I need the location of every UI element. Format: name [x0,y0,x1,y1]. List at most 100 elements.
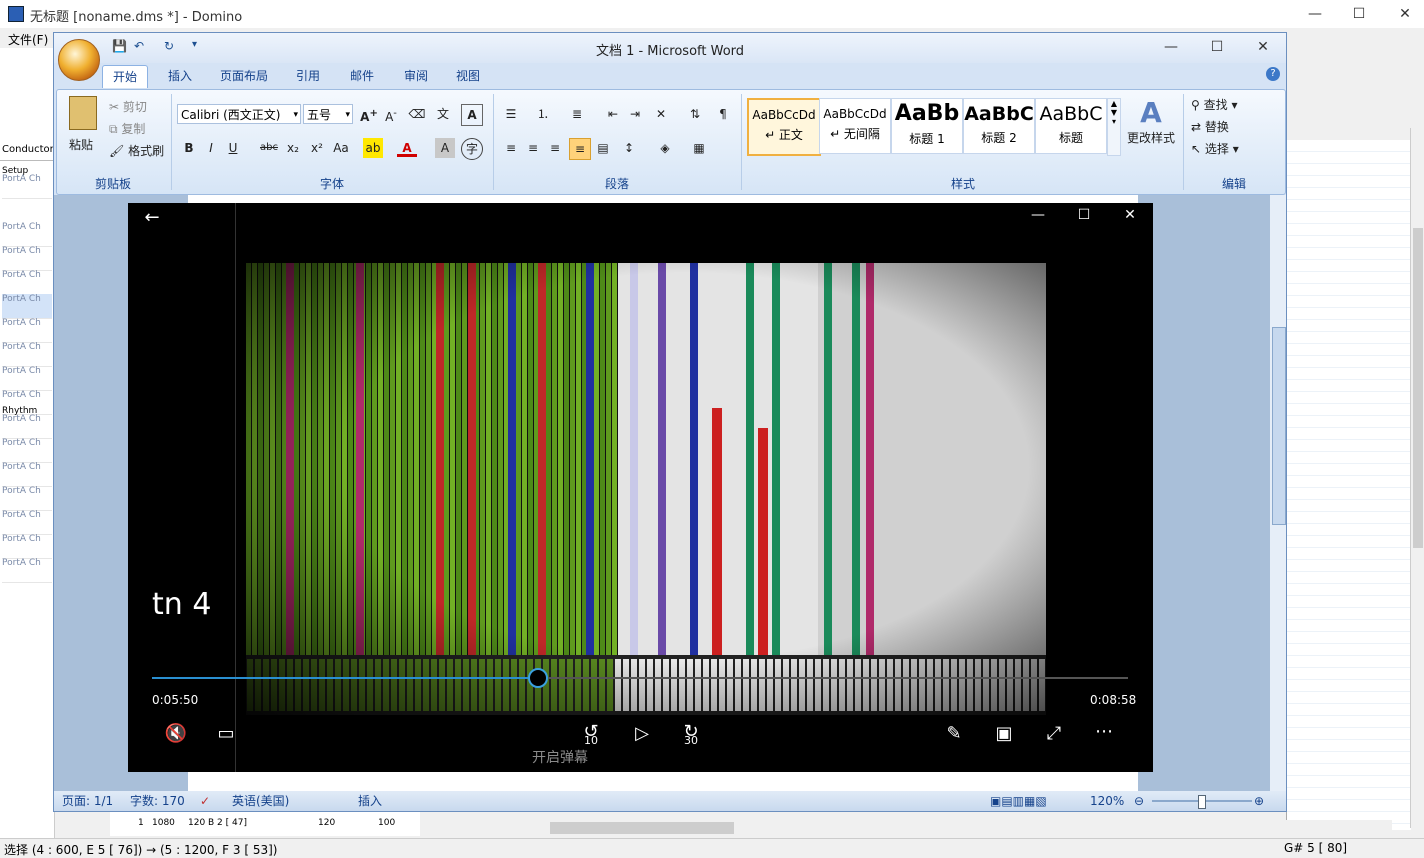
domino-close-button[interactable]: ✕ [1382,4,1424,24]
undo-icon[interactable]: ↶ [134,39,144,53]
fullscreen-icon[interactable]: ⤢ [1042,723,1066,744]
track-row[interactable]: PortA Ch [2,510,52,535]
zoom-in-icon[interactable]: ⊕ [1254,791,1264,811]
forward-button[interactable]: ↻ 30 [678,721,704,747]
sort-icon[interactable]: ⇅ [685,104,705,124]
video-player[interactable]: ← — ☐ ✕ tn 4 0:05:50 0:08:58 🔇 ▭ ↺ 10 ▷ … [128,203,1153,772]
mute-icon[interactable]: 🔇 [164,723,188,744]
grow-font-icon[interactable]: A+ [359,104,379,124]
track-row[interactable]: PortA Ch [2,342,52,367]
rewind-button[interactable]: ↺ 10 [578,721,604,747]
track-row[interactable]: PortA Ch [2,318,52,343]
domino-horizontal-scrollbar[interactable] [422,820,1392,836]
mini-view-icon[interactable]: ▣ [992,723,1016,744]
pencil-icon[interactable]: ✎ [942,723,966,744]
customize-qat-icon[interactable]: ▾ [192,39,197,50]
copy-button[interactable]: ⧉ 复制 [109,120,145,137]
tab-page-layout[interactable]: 页面布局 [210,65,278,87]
tab-view[interactable]: 视图 [446,65,490,87]
seek-bar-thumb[interactable] [527,668,548,688]
play-icon[interactable]: ▷ [630,723,654,744]
track-conductor[interactable]: Conductor [0,140,56,161]
tab-insert[interactable]: 插入 [158,65,202,87]
chinese-layout-icon[interactable]: ✕ [651,104,671,124]
scrollbar-thumb[interactable] [550,822,734,834]
save-icon[interactable]: 💾 [112,39,127,53]
word-minimize-button[interactable]: — [1148,37,1194,57]
style-no-spacing[interactable]: AaBbCcDd ↵ 无间隔 [819,98,891,154]
clear-format-icon[interactable]: ⌫ [407,104,427,124]
align-center-icon[interactable]: ≡ [523,138,543,158]
redo-icon[interactable]: ↻ [164,39,174,53]
domino-menu-file[interactable]: 文件(F) [8,31,48,48]
font-size-combo[interactable]: 五号 ▾ [303,104,353,124]
back-arrow-icon[interactable]: ← [142,207,162,228]
bullets-icon[interactable]: ☰ [501,104,521,124]
styles-scroll[interactable]: ▲ ▼ ▾ [1107,98,1121,156]
justify-icon[interactable]: ≡ [569,138,591,160]
distribute-icon[interactable]: ▤ [593,138,613,158]
player-minimize-button[interactable]: — [1026,207,1050,223]
style-title[interactable]: AaBbC 标题 [1035,98,1107,154]
font-name-combo[interactable]: Calibri (西文正文) ▾ [177,104,301,124]
track-row[interactable]: PortA Ch [2,438,52,463]
view-buttons[interactable]: ▣▤▥▦▧ [990,791,1047,811]
italic-icon[interactable]: I [201,138,221,158]
track-row[interactable]: PortA Ch [2,414,52,439]
tab-references[interactable]: 引用 [286,65,330,87]
char-shading-icon[interactable]: A [435,138,455,158]
domino-event-row[interactable]: 1 1080 120 B 2 [ 47] 120 100 [110,812,420,836]
replace-button[interactable]: ⇄ 替换 [1191,118,1229,135]
shading-icon[interactable]: ◈ [655,138,675,158]
player-close-button[interactable]: ✕ [1118,207,1142,223]
zoom-slider-thumb[interactable] [1198,795,1206,809]
track-row[interactable]: PortA Ch [2,534,52,559]
domino-maximize-button[interactable]: ☐ [1336,4,1382,24]
phonetic-guide-icon[interactable]: 文 [433,104,453,124]
change-styles-button[interactable]: A 更改样式 [1125,96,1177,162]
line-spacing-icon[interactable]: ↕ [619,138,639,158]
change-case-icon[interactable]: Aa [331,138,351,158]
word-close-button[interactable]: ✕ [1240,37,1286,57]
domino-piano-roll[interactable] [1286,140,1411,830]
borders-icon[interactable]: ▦ [689,138,709,158]
zoom-slider[interactable] [1152,795,1252,809]
shrink-font-icon[interactable]: A- [381,104,401,124]
decrease-indent-icon[interactable]: ⇤ [603,104,623,124]
more-options-icon[interactable]: ⋯ [1092,721,1116,742]
word-maximize-button[interactable]: ☐ [1194,37,1240,57]
seek-bar[interactable] [152,668,1128,688]
paste-button[interactable]: 粘贴 [63,96,103,160]
select-button[interactable]: ↖ 选择 ▾ [1191,140,1239,157]
language-indicator[interactable]: 英语(美国) [232,791,289,811]
underline-icon[interactable]: U [223,138,243,158]
video-frame[interactable] [246,263,1046,715]
track-row[interactable]: PortA Ch [2,462,52,487]
subscript-icon[interactable]: x₂ [283,138,303,158]
align-right-icon[interactable]: ≡ [545,138,565,158]
track-row[interactable]: PortA Ch [2,174,52,199]
font-color-icon[interactable]: A [397,138,417,157]
find-button[interactable]: ⚲ 查找 ▾ [1191,96,1237,113]
track-row[interactable]: PortA Ch [2,558,52,583]
highlight-icon[interactable]: ab [363,138,383,158]
domino-vertical-scrollbar[interactable] [1410,128,1424,828]
domino-minimize-button[interactable]: — [1292,4,1338,24]
enclose-char-icon[interactable]: 字 [461,138,483,160]
track-row[interactable]: PortA Ch [2,366,52,391]
style-normal[interactable]: AaBbCcDd ↵ 正文 [747,98,821,156]
track-row-selected[interactable]: PortA Ch [2,294,52,319]
char-border-icon[interactable]: A [461,104,483,126]
format-painter-button[interactable]: 🖌 格式刷 [109,142,164,159]
align-left-icon[interactable]: ≡ [501,138,521,158]
player-maximize-button[interactable]: ☐ [1072,207,1096,223]
increase-indent-icon[interactable]: ⇥ [625,104,645,124]
tab-home[interactable]: 开始 [102,65,149,88]
track-row[interactable]: PortA Ch [2,486,52,511]
show-marks-icon[interactable]: ¶ [713,104,733,124]
bold-icon[interactable]: B [179,138,199,158]
help-icon[interactable]: ? [1266,67,1280,81]
subtitles-icon[interactable]: ▭ [214,723,238,744]
scrollbar-thumb[interactable] [1272,327,1286,525]
track-row[interactable]: PortA Ch [2,222,52,247]
